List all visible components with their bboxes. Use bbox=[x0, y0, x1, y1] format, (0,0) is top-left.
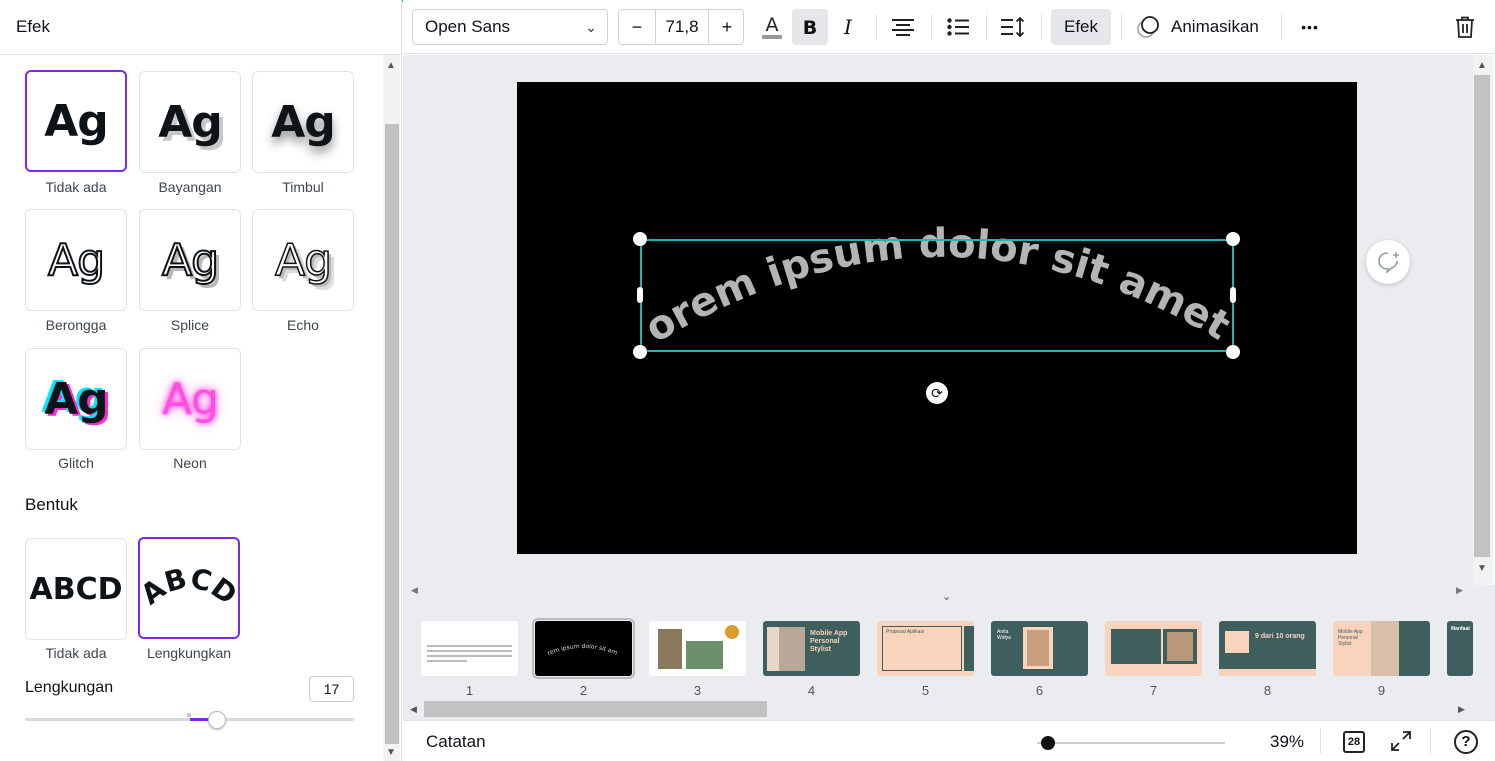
help-icon[interactable]: ? bbox=[1454, 730, 1478, 754]
resize-handle-top-right[interactable] bbox=[1226, 232, 1240, 246]
page-thumbnail[interactable]: Proposal Aplikasi bbox=[877, 621, 974, 676]
page-number: 2 bbox=[579, 683, 588, 698]
page-thumbnail[interactable]: Anita Widya bbox=[991, 621, 1088, 676]
page-number: 5 bbox=[921, 683, 930, 698]
thumbnail-title: Proposal Aplikasi bbox=[886, 629, 925, 635]
add-comment-button[interactable] bbox=[1366, 240, 1410, 284]
thumbnail-title: Mobile App Personal Stylist bbox=[1338, 629, 1363, 647]
strip-scrollbar-thumb[interactable] bbox=[424, 701, 767, 717]
page-number: 4 bbox=[807, 683, 816, 698]
page-number: 8 bbox=[1263, 683, 1272, 698]
thumbnail-title: Mobile App Personal Stylist bbox=[810, 630, 848, 653]
divider bbox=[1320, 728, 1321, 754]
resize-handle-right[interactable] bbox=[1230, 287, 1236, 303]
comment-plus-icon bbox=[1378, 252, 1399, 273]
scroll-right-icon[interactable]: ▶ bbox=[1458, 704, 1465, 715]
thumbnail-title: Anita Widya bbox=[997, 629, 1011, 641]
zoom-value[interactable]: 39% bbox=[1270, 732, 1304, 752]
resize-handle-left[interactable] bbox=[637, 287, 643, 303]
page-thumbnail[interactable] bbox=[421, 621, 518, 676]
page-thumbnail[interactable]: 9 dari 10 orang bbox=[1219, 621, 1316, 676]
thumbnail-title: Manfaat bbox=[1451, 626, 1470, 632]
scroll-left-icon[interactable]: ◀ bbox=[411, 585, 418, 596]
page-number: 7 bbox=[1149, 683, 1158, 698]
page-thumbnail[interactable] bbox=[1105, 621, 1202, 676]
selection-box bbox=[640, 239, 1234, 352]
svg-text:Lorem ipsum dolor sit amet,: Lorem ipsum dolor sit amet, bbox=[535, 621, 618, 657]
fullscreen-icon[interactable] bbox=[1390, 730, 1412, 758]
page-number: 6 bbox=[1035, 683, 1044, 698]
page-number: 1 bbox=[465, 683, 474, 698]
scroll-right-icon[interactable]: ▶ bbox=[1456, 585, 1463, 596]
page-thumbnail[interactable]: Mobile App Personal Stylist bbox=[763, 621, 860, 676]
page-number: 3 bbox=[693, 683, 702, 698]
thumbnail-curved-text: Lorem ipsum dolor sit amet, bbox=[535, 621, 618, 657]
bottom-bar bbox=[403, 720, 1495, 761]
chevron-down-icon: ⌄ bbox=[942, 591, 952, 603]
collapse-strip-button[interactable]: ⌄ bbox=[908, 588, 986, 604]
page-thumbnail[interactable]: Manfaat bbox=[1447, 621, 1473, 676]
scroll-left-icon[interactable]: ◀ bbox=[410, 704, 417, 715]
zoom-slider-thumb[interactable] bbox=[1041, 736, 1055, 750]
resize-handle-top-left[interactable] bbox=[633, 232, 647, 246]
rotate-icon[interactable]: ⟳ bbox=[926, 382, 948, 404]
divider bbox=[1430, 728, 1431, 754]
zoom-slider-track[interactable] bbox=[1037, 742, 1225, 744]
page-grid-icon[interactable]: 28 bbox=[1343, 731, 1365, 753]
resize-handle-bottom-right[interactable] bbox=[1226, 345, 1240, 359]
thumbnail-title: 9 dari 10 orang bbox=[1255, 633, 1305, 640]
resize-handle-bottom-left[interactable] bbox=[633, 345, 647, 359]
page-thumbnail[interactable]: Lorem ipsum dolor sit amet, bbox=[532, 618, 635, 679]
page-number: 9 bbox=[1377, 683, 1386, 698]
page-thumbnail[interactable]: Mobile App Personal Stylist bbox=[1333, 621, 1430, 676]
notes-button[interactable]: Catatan bbox=[426, 732, 486, 752]
page-thumbnail[interactable] bbox=[649, 621, 746, 676]
